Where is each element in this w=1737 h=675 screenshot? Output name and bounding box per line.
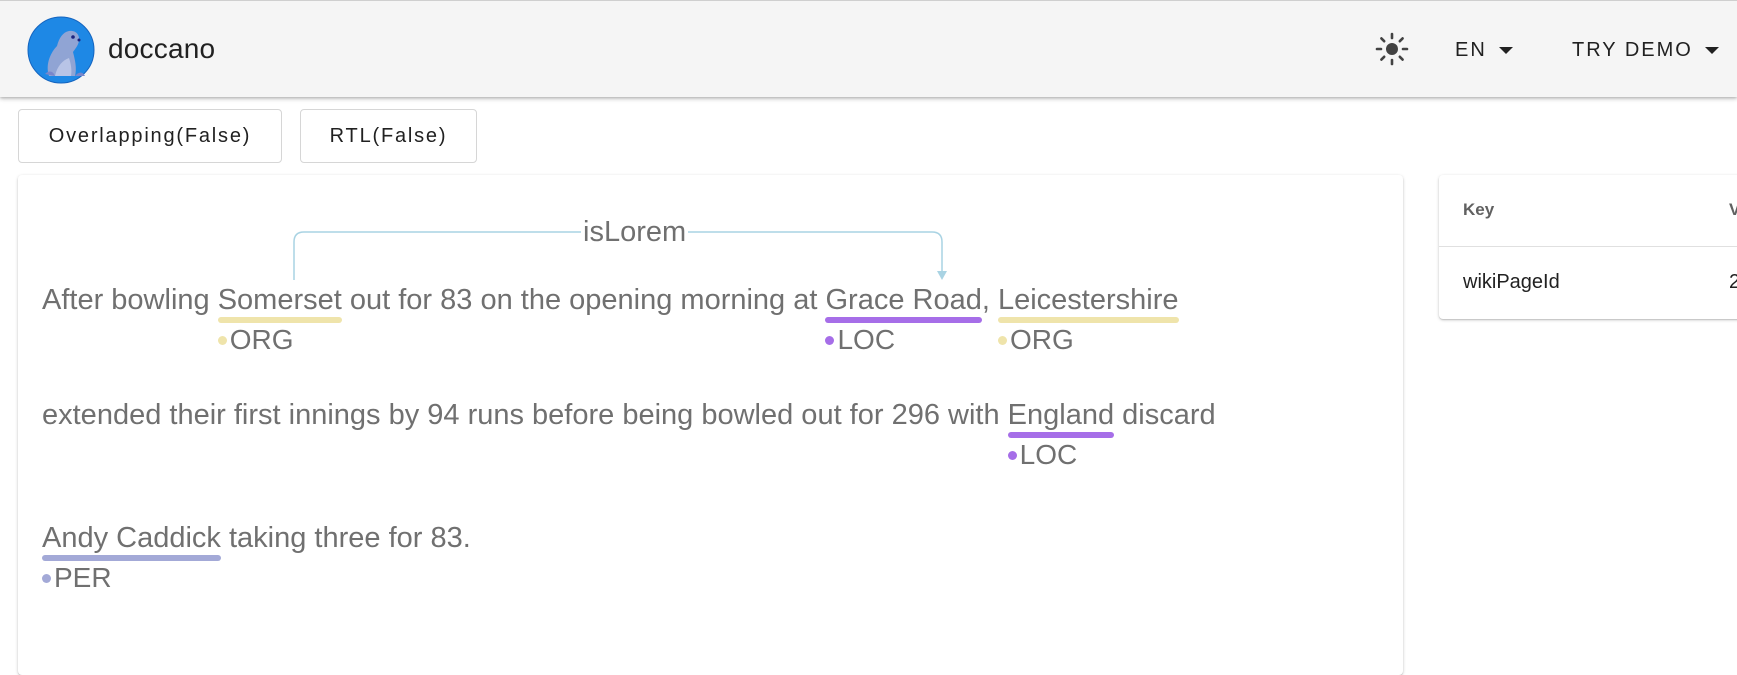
language-menu-button[interactable]: EN <box>1455 35 1513 65</box>
text-segment: After bowling <box>42 284 218 316</box>
text-segment: out for 83 on the opening morning at <box>341 284 826 316</box>
label-dot-icon <box>217 335 227 345</box>
text-segment: , <box>981 284 998 316</box>
entity-tag[interactable]: LOC <box>825 322 895 358</box>
label-dot-icon <box>1007 450 1017 460</box>
cell-key: wikiPageId <box>1463 271 1560 293</box>
language-label: EN <box>1455 38 1487 61</box>
column-header-key[interactable]: Key <box>1463 200 1494 220</box>
annotation-card: isLorem After bowling Somerset ORG out fo… <box>18 175 1403 675</box>
try-demo-menu-button[interactable]: TRY DEMO <box>1572 35 1719 65</box>
entity-somerset[interactable]: Somerset ORG <box>217 282 342 355</box>
table-header: Key V <box>1439 175 1737 247</box>
text-segment: extended their first innings by 94 runs … <box>42 399 1008 431</box>
app-title[interactable]: doccano <box>108 33 215 65</box>
theme-toggle-button[interactable] <box>1372 29 1412 69</box>
label-dot-icon <box>997 335 1007 345</box>
entity-tag[interactable]: LOC <box>1007 437 1078 473</box>
metadata-table: Key V wikiPageId 2 <box>1439 175 1737 319</box>
entity-tag[interactable]: ORG <box>217 322 294 358</box>
text-line-3: Andy Caddick PER taking three for 83. <box>42 520 471 593</box>
entity-text: Grace Road <box>825 284 982 316</box>
seal-logo-icon <box>27 16 95 84</box>
relation-label[interactable]: isLorem <box>581 216 689 249</box>
entity-tag[interactable]: PER <box>42 560 112 596</box>
column-header-value[interactable]: V <box>1729 200 1737 220</box>
entity-label: ORG <box>1009 324 1074 355</box>
entity-text: Somerset <box>217 284 342 316</box>
entity-text: England <box>1007 399 1115 431</box>
entity-label: PER <box>54 562 112 593</box>
chevron-down-icon <box>1498 46 1513 54</box>
overlapping-toggle-button[interactable]: Overlapping(False) <box>18 109 282 163</box>
text-segment: discard <box>1114 399 1216 431</box>
text-line-2: extended their first innings by 94 runs … <box>42 397 1216 470</box>
entity-leicestershire[interactable]: Leicestershire ORG <box>997 282 1179 355</box>
rtl-toggle-button[interactable]: RTL(False) <box>300 109 477 163</box>
chevron-down-icon <box>1704 46 1719 54</box>
doccano-logo[interactable] <box>27 16 95 84</box>
entity-label: ORG <box>229 324 294 355</box>
text-segment: taking three for 83. <box>220 522 471 554</box>
entity-grace-road[interactable]: Grace Road LOC <box>825 282 982 355</box>
text-line-1: After bowling Somerset ORG out for 83 on … <box>42 282 1179 355</box>
cell-value: 2 <box>1729 271 1737 293</box>
entity-label: LOC <box>837 324 896 355</box>
app-bar: doccano EN TRY DEMO <box>0 0 1737 97</box>
entity-text: Leicestershire <box>997 284 1179 316</box>
entity-england[interactable]: England LOC <box>1007 397 1115 470</box>
label-dot-icon <box>42 573 51 583</box>
entity-text: Andy Caddick <box>42 522 221 554</box>
entity-label: LOC <box>1019 439 1078 470</box>
entity-tag[interactable]: ORG <box>997 322 1074 358</box>
entity-andy-caddick[interactable]: Andy Caddick PER <box>42 520 221 593</box>
try-demo-label: TRY DEMO <box>1572 38 1693 61</box>
label-dot-icon <box>825 335 835 345</box>
brightness-icon <box>1375 32 1409 66</box>
table-row: wikiPageId 2 <box>1439 247 1737 319</box>
